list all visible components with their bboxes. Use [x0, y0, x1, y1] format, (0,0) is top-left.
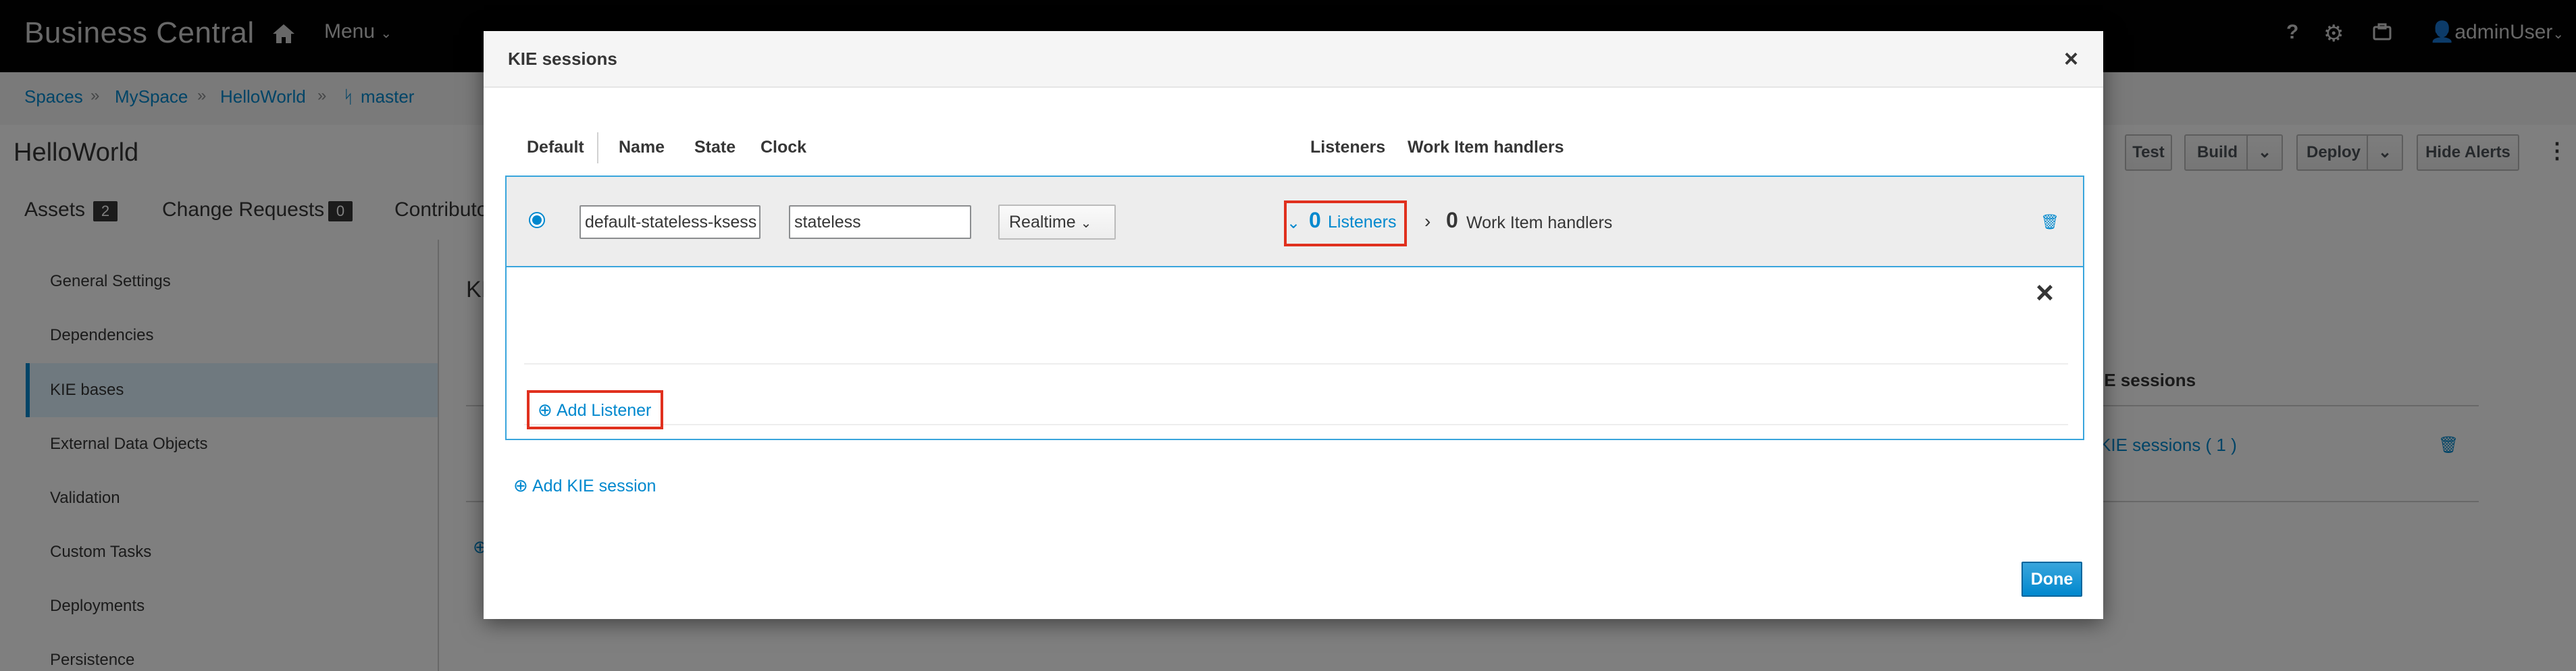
column-default: Default [527, 138, 584, 157]
kie-sessions-dialog: KIE sessions × Default Name State Clock … [484, 31, 2103, 619]
column-state: State [694, 138, 736, 157]
clock-select[interactable]: Realtime ⌄ [998, 205, 1116, 240]
dialog-title: KIE sessions [508, 49, 617, 69]
close-listeners-panel-icon[interactable]: × [2036, 274, 2054, 311]
dialog-header: KIE sessions × [484, 31, 2103, 88]
plus-circle-icon: ⊕ [513, 475, 528, 495]
listeners-count: 0 [1309, 208, 1321, 232]
chevron-down-icon: ⌄ [1287, 214, 1301, 232]
column-name: Name [619, 138, 665, 157]
chevron-down-icon: ⌄ [1080, 216, 1092, 231]
add-listener-label[interactable]: Add Listener [557, 401, 651, 421]
plus-circle-icon: ⊕ [538, 400, 552, 420]
listeners-link[interactable]: Listeners [1328, 213, 1396, 232]
done-button[interactable]: Done [2021, 562, 2082, 597]
clock-selected-value: Realtime [1009, 213, 1076, 232]
trash-icon[interactable]: 🗑 [2040, 213, 2059, 231]
column-divider [597, 132, 598, 163]
session-name-input[interactable]: default-stateless-ksess [579, 205, 761, 239]
column-work-item-handlers: Work Item handlers [1408, 138, 1564, 157]
column-clock: Clock [761, 138, 807, 157]
work-item-handlers-count: 0 [1446, 208, 1458, 232]
close-icon[interactable]: × [2064, 45, 2078, 73]
panel-divider [524, 363, 2068, 365]
panel-divider [524, 424, 2068, 425]
session-state-input[interactable]: stateless [789, 205, 971, 239]
radio-selected-dot [532, 215, 542, 225]
column-listeners: Listeners [1310, 138, 1386, 157]
chevron-right-icon[interactable]: › [1424, 211, 1431, 232]
work-item-handlers-link[interactable]: Work Item handlers [1466, 213, 1612, 233]
add-kie-session-link[interactable]: Add KIE session [532, 477, 656, 496]
